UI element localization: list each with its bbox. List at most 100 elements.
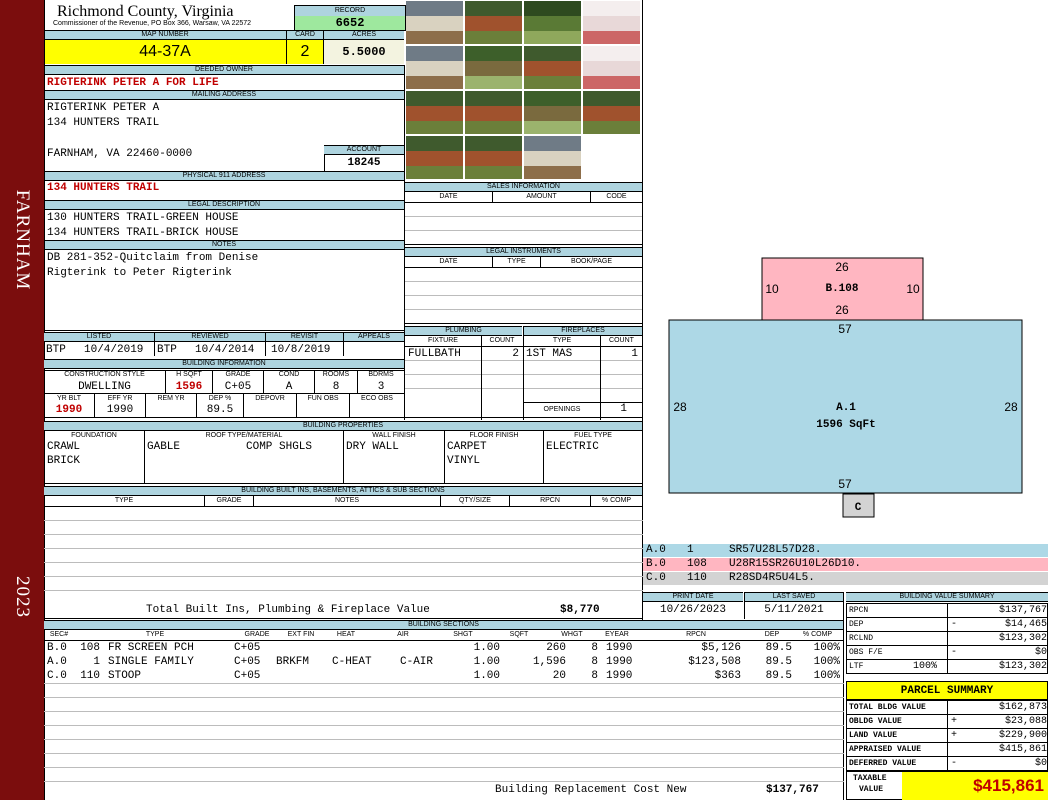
woods-photo <box>524 1 581 44</box>
legal-h-book: BOOK/PAGE <box>570 258 613 265</box>
taxable-label-1: TAXABLE <box>853 774 887 783</box>
reviewed-date: 10/4/2014 <box>195 344 255 356</box>
section-cell: C.0 <box>47 670 67 682</box>
sales-h-code: CODE <box>606 193 627 200</box>
physical-address-label: PHYSICAL 911 ADDRESS <box>44 171 404 181</box>
section-col-header: AIR <box>397 631 409 638</box>
section-cell: SINGLE FAMILY <box>108 656 194 668</box>
openings-count: 1 <box>620 403 627 415</box>
section-col-header: EYEAR <box>605 631 629 638</box>
notes-line-2: Rigterink to Peter Rigterink <box>47 267 232 279</box>
parcel-summary-label: DEFERRED VALUE <box>849 759 917 768</box>
building-sections-label: BUILDING SECTIONS <box>44 620 843 630</box>
value-summary-value: $14,465 <box>1004 619 1047 630</box>
map-number: 44-37A <box>44 40 286 64</box>
parcel-summary-sign: + <box>951 716 958 727</box>
building-sketch: 26 10 10 B.108 26 57 28 28 A.1 1596 SqFt… <box>668 257 1023 518</box>
section-cell: 1990 <box>606 656 633 668</box>
depreciation: 89.5 <box>206 404 234 416</box>
legend-code: C.0 <box>646 572 666 584</box>
appeals-label: APPEALS <box>344 332 404 342</box>
b-top-dim: 26 <box>835 260 849 274</box>
wall-finish: DRY WALL <box>346 441 399 453</box>
value-summary-value: $137,767 <box>998 605 1047 616</box>
section-cell: 1.00 <box>473 656 500 668</box>
building-info-label: BUILDING INFORMATION <box>44 359 404 369</box>
section-cell: 1 <box>93 656 100 668</box>
legend-code: B.0 <box>646 558 666 570</box>
legal-h-type: TYPE <box>507 258 526 265</box>
a-right-dim: 28 <box>1004 400 1018 414</box>
section-cell: A.0 <box>47 656 67 668</box>
house-photo <box>406 136 463 179</box>
h-sqft: H SQFT <box>176 371 202 378</box>
legend-num: 1 <box>687 544 694 556</box>
section-cell: 20 <box>552 670 566 682</box>
side-bar <box>0 0 44 800</box>
taxable-value: $415,861 <box>902 772 1048 800</box>
legend-num: 108 <box>687 558 707 570</box>
value-summary-label: LTF <box>849 662 864 671</box>
account-number: 18245 <box>347 157 381 169</box>
section-cell: 100% <box>813 642 840 654</box>
h-yr-blt: YR BLT <box>57 395 81 402</box>
value-summary-row: RPCN $137,767 <box>846 603 1048 618</box>
section-cell: $5,126 <box>701 642 741 654</box>
house-photo <box>406 91 463 134</box>
a-left-dim: 28 <box>673 400 687 414</box>
floor-finish-2: VINYL <box>447 455 481 467</box>
legend-path: R28SD4R5U4L5. <box>729 572 815 584</box>
garage-photo <box>524 136 581 179</box>
parcel-summary-value: $0 <box>1034 758 1047 769</box>
b-right-dim: 10 <box>906 282 920 296</box>
plumb-h-count: COUNT <box>489 337 515 344</box>
legal-instruments-label: LEGAL INSTRUMENTS <box>405 247 642 257</box>
legend-path: U28R15SR26U10L26D10. <box>729 558 862 570</box>
last-saved: 5/11/2021 <box>764 604 824 616</box>
section-cell: 100% <box>813 656 840 668</box>
legal-line-1: 130 HUNTERS TRAIL-GREEN HOUSE <box>47 212 239 224</box>
h-rooms: ROOMS <box>322 371 350 378</box>
section-cell: 260 <box>546 642 566 654</box>
sales-h-amount: AMOUNT <box>526 193 557 200</box>
value-summary-label: BUILDING VALUE SUMMARY <box>846 592 1048 602</box>
grade: C+05 <box>224 381 252 393</box>
mailing-line-2: 134 HUNTERS TRAIL <box>47 117 160 129</box>
acres-value: 5.5000 <box>324 40 404 64</box>
acres-label: ACRES <box>324 30 404 40</box>
record-value: 6652 <box>294 16 406 31</box>
floor-finish-1: CARPET <box>447 441 487 453</box>
mailing-address-label: MAILING ADDRESS <box>44 90 404 100</box>
garage-photo <box>406 46 463 89</box>
house-photo <box>583 91 640 134</box>
section-cell: $363 <box>714 670 741 682</box>
h-grade: GRADE <box>225 371 251 378</box>
document-photo <box>583 46 640 89</box>
bedrooms: 3 <box>377 381 385 393</box>
section-cell: 110 <box>80 670 100 682</box>
a-top-dim: 57 <box>838 322 852 336</box>
h-floor: FLOOR FINISH <box>469 432 519 439</box>
fire-h-count: COUNT <box>609 337 634 344</box>
builtins-label: BUILDING BUILT INS, BASEMENTS, ATTICS & … <box>44 486 642 496</box>
section-cell: 100% <box>813 670 840 682</box>
h-rem-yr: REM YR <box>157 395 185 402</box>
parcel-summary-sign: + <box>951 730 958 741</box>
a-sqft: 1596 SqFt <box>816 419 875 431</box>
mailing-line-3: FARNHAM, VA 22460-0000 <box>47 148 193 160</box>
value-summary-value: $123,302 <box>998 661 1047 672</box>
listed-date: 10/4/2019 <box>84 344 144 356</box>
print-date-label: PRINT DATE <box>643 592 743 602</box>
section-col-header: DEP <box>764 631 780 638</box>
section-cell: C-HEAT <box>332 656 372 668</box>
plumbing-label: PLUMBING <box>405 326 522 336</box>
legend-path: SR57U28L57D28. <box>729 544 822 556</box>
h-bdrms: BDRMS <box>368 371 394 378</box>
h-eff-yr: EFF YR <box>107 395 133 402</box>
section-col-header: SHGT <box>453 631 473 638</box>
trees-photo <box>465 46 522 89</box>
section-cell: 1990 <box>606 670 633 682</box>
b-label: B.108 <box>825 283 858 295</box>
section-cell: 8 <box>591 670 598 682</box>
roof-type: GABLE <box>147 441 181 453</box>
